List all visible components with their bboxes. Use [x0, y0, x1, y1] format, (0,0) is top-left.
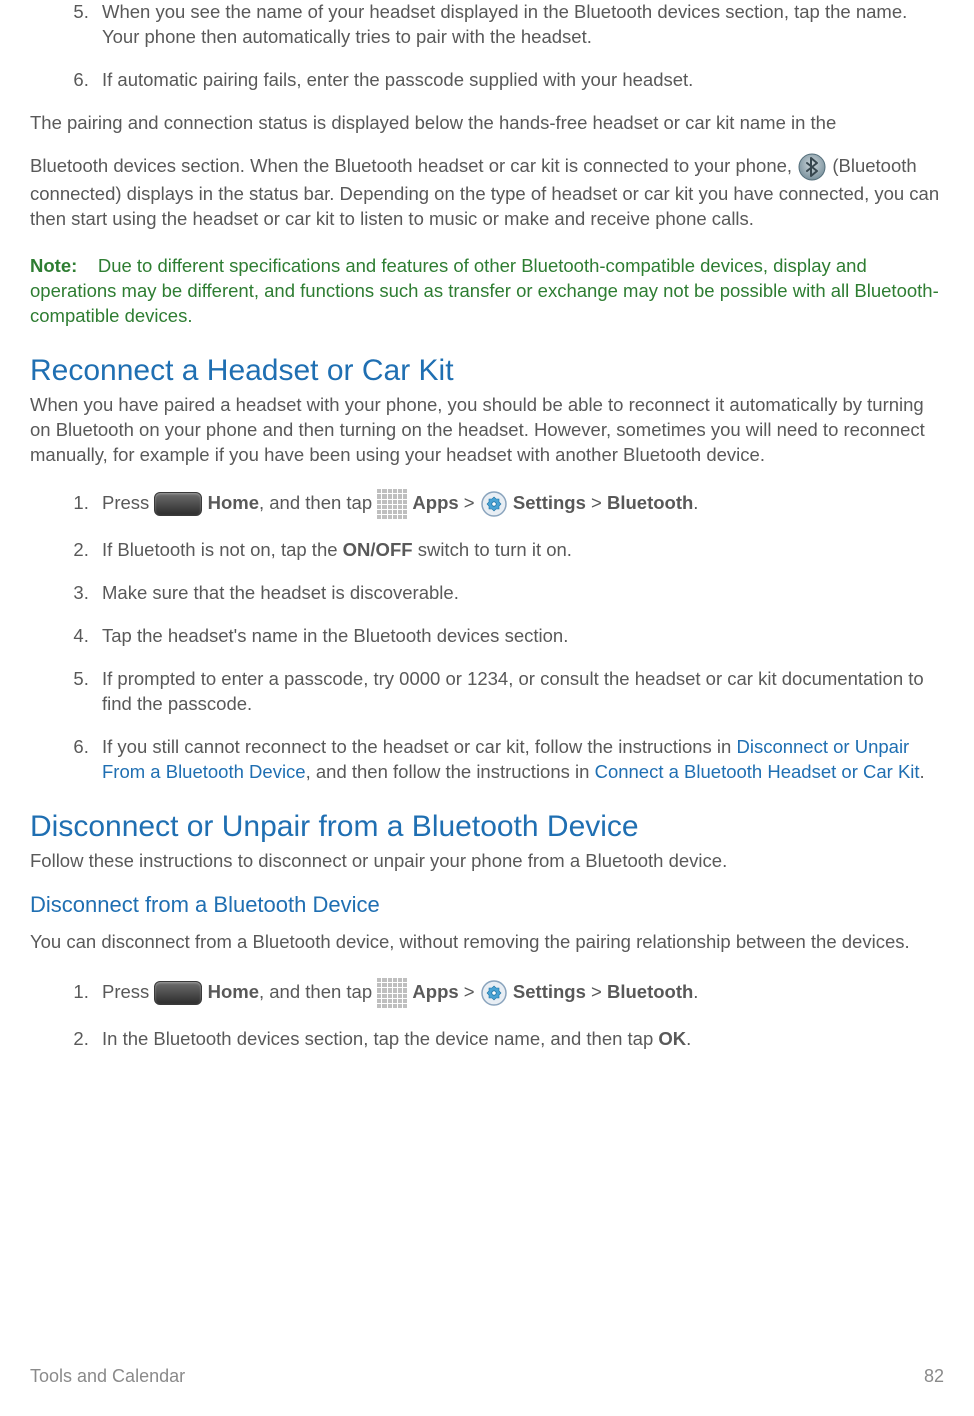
step-text: If you still cannot reconnect to the hea…: [102, 736, 736, 757]
footer-section-name: Tools and Calendar: [30, 1364, 185, 1388]
step-text: .: [686, 1028, 691, 1049]
list-item: If you still cannot reconnect to the hea…: [94, 735, 944, 785]
step-text: .: [920, 761, 925, 782]
note-body: Due to different specifications and feat…: [30, 255, 939, 326]
apps-grid-icon: [377, 978, 407, 1008]
list-item: Press Home, and then tap Apps > Settings…: [94, 975, 944, 1009]
numbered-list-continued: When you see the name of your headset di…: [30, 0, 944, 93]
step-text: .: [693, 981, 698, 1002]
list-item: In the Bluetooth devices section, tap th…: [94, 1027, 944, 1052]
step-text: >: [459, 492, 480, 513]
list-item: If Bluetooth is not on, tap the ON/OFF s…: [94, 538, 944, 563]
home-key-icon: [154, 981, 202, 1005]
step-text: .: [693, 492, 698, 513]
bold-label: Settings: [513, 981, 586, 1002]
footer-page-number: 82: [924, 1364, 944, 1388]
section-heading-disconnect: Disconnect or Unpair from a Bluetooth De…: [30, 807, 944, 848]
bluetooth-icon: [797, 152, 827, 182]
step-text: >: [586, 492, 607, 513]
step-text: In the Bluetooth devices section, tap th…: [102, 1028, 658, 1049]
step-text: Press: [102, 981, 154, 1002]
step-text: >: [459, 981, 480, 1002]
settings-gear-icon: [480, 490, 508, 518]
body-text: When you have paired a headset with your…: [30, 393, 944, 468]
settings-gear-icon: [480, 979, 508, 1007]
subsection-heading-disconnect: Disconnect from a Bluetooth Device: [30, 890, 944, 920]
bold-label: Home: [208, 492, 259, 513]
bold-label: OK: [658, 1028, 686, 1049]
link-connect-headset[interactable]: Connect a Bluetooth Headset or Car Kit: [595, 761, 920, 782]
bold-label: Apps: [412, 492, 458, 513]
step-text: , and then tap: [259, 492, 377, 513]
list-item: Make sure that the headset is discoverab…: [94, 581, 944, 606]
page-footer: Tools and Calendar 82: [30, 1364, 944, 1388]
note-text: Note: Due to different specifications an…: [30, 254, 944, 329]
body-text: The pairing and connection status is dis…: [30, 111, 944, 136]
step-text: , and then tap: [259, 981, 377, 1002]
list-item: If automatic pairing fails, enter the pa…: [94, 68, 944, 93]
bold-label: Home: [208, 981, 259, 1002]
list-item: Tap the headset's name in the Bluetooth …: [94, 624, 944, 649]
numbered-list-reconnect: Press Home, and then tap Apps > Settings…: [30, 486, 944, 785]
body-text: Follow these instructions to disconnect …: [30, 849, 944, 874]
step-text: If Bluetooth is not on, tap the: [102, 539, 343, 560]
bold-label: Apps: [412, 981, 458, 1002]
bold-label: Settings: [513, 492, 586, 513]
bold-label: ON/OFF: [343, 539, 413, 560]
step-text: switch to turn it on.: [413, 539, 572, 560]
list-item: Press Home, and then tap Apps > Settings…: [94, 486, 944, 520]
bold-label: Bluetooth: [607, 492, 693, 513]
list-item: When you see the name of your headset di…: [94, 0, 944, 50]
numbered-list-disconnect: Press Home, and then tap Apps > Settings…: [30, 975, 944, 1052]
apps-grid-icon: [377, 489, 407, 519]
step-text: Press: [102, 492, 154, 513]
step-text: , and then follow the instructions in: [306, 761, 595, 782]
body-text: Bluetooth devices section. When the Blue…: [30, 152, 944, 232]
step-text: >: [586, 981, 607, 1002]
note-label: Note:: [30, 255, 77, 276]
bold-label: Bluetooth: [607, 981, 693, 1002]
body-span: Bluetooth devices section. When the Blue…: [30, 155, 797, 176]
section-heading-reconnect: Reconnect a Headset or Car Kit: [30, 351, 944, 392]
body-text: You can disconnect from a Bluetooth devi…: [30, 930, 944, 955]
list-item: If prompted to enter a passcode, try 000…: [94, 667, 944, 717]
home-key-icon: [154, 492, 202, 516]
